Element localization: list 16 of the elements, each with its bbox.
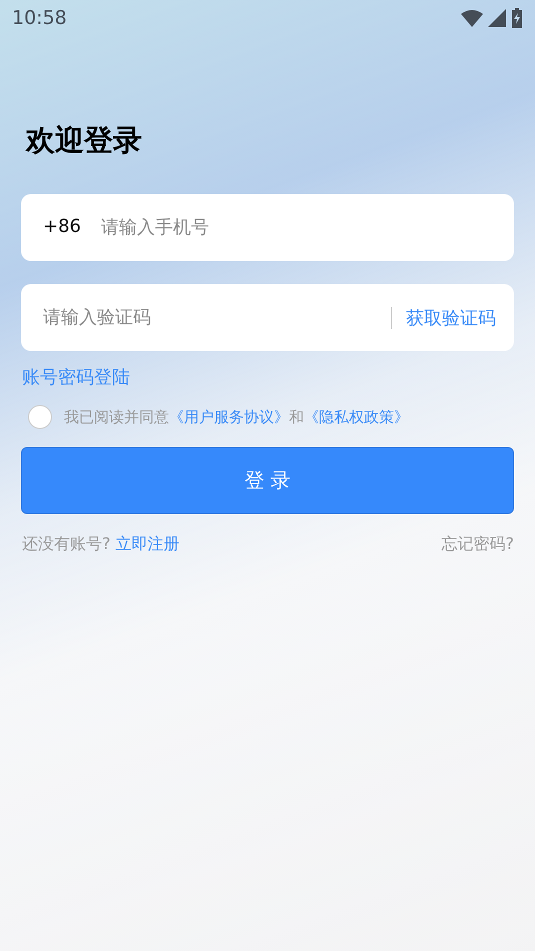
signal-icon <box>488 9 506 27</box>
login-button[interactable]: 登 录 <box>21 447 514 514</box>
page-title: 欢迎登录 <box>26 122 143 159</box>
get-code-button[interactable]: 获取验证码 <box>406 306 496 330</box>
battery-charging-icon <box>511 8 523 28</box>
status-time: 10:58 <box>12 7 67 29</box>
wifi-icon <box>461 9 483 27</box>
terms-link[interactable]: 《用户服务协议》 <box>169 408 289 426</box>
register-link[interactable]: 立即注册 <box>116 534 180 553</box>
forgot-password-link[interactable]: 忘记密码? <box>442 534 514 555</box>
agreement-text: 我已阅读并同意《用户服务协议》和《隐私权政策》 <box>64 408 409 426</box>
password-login-link[interactable]: 账号密码登陆 <box>22 365 130 389</box>
agreement-checkbox[interactable] <box>28 405 52 429</box>
country-code: +86 <box>43 216 81 237</box>
privacy-link[interactable]: 《隐私权政策》 <box>304 408 409 426</box>
register-prompt: 还没有账号? <box>22 534 110 553</box>
